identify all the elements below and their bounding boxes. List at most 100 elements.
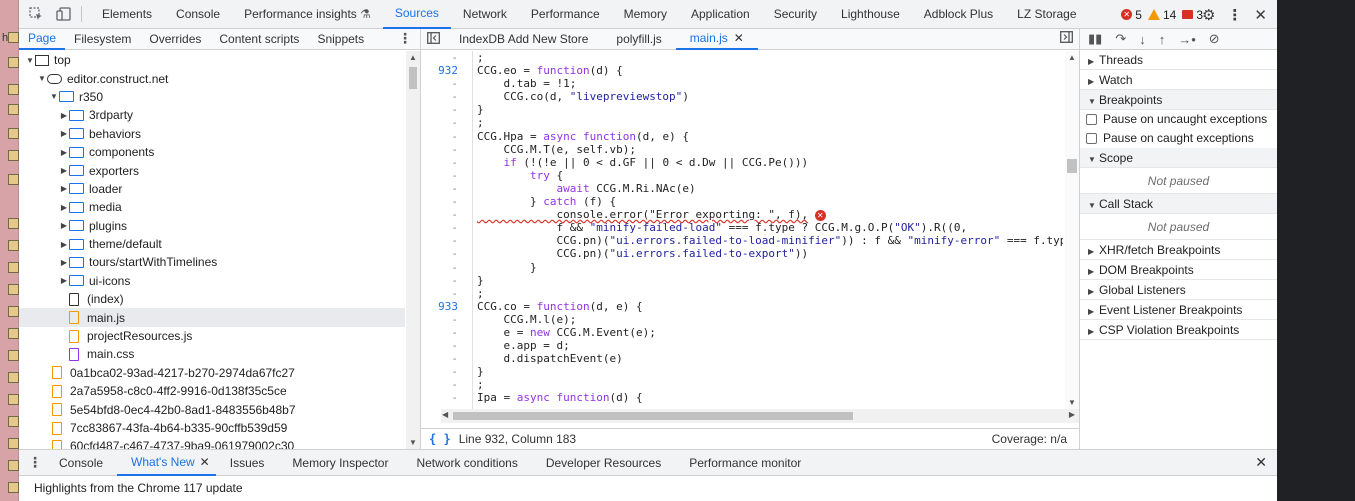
warning-counter[interactable]: 14 — [1147, 8, 1176, 22]
tree-file-row[interactable]: main.js — [19, 308, 405, 327]
drawer-tab-developer-resources[interactable]: Developer Resources — [532, 450, 675, 476]
code-line[interactable]: f && "minify-failed-load" === f.type ? C… — [477, 221, 1063, 234]
collapse-arrow-icon[interactable]: ▼ — [25, 56, 35, 65]
tab-content-scripts[interactable]: Content scripts — [210, 29, 308, 50]
tree-file-row[interactable]: 60cfd487-c467-4737-9ba9-061979002c30 — [19, 437, 405, 449]
line-number[interactable]: - — [421, 234, 472, 247]
section-csp-violation-breakpoints[interactable]: ▶ CSP Violation Breakpoints — [1080, 320, 1277, 340]
tree-file-row[interactable]: 2a7a5958-c8c0-4ff2-9916-0d138f35c5ce — [19, 382, 405, 400]
tree-folder-row[interactable]: ▶ behaviors — [19, 125, 405, 143]
tree-folder-row[interactable]: ▶ exporters — [19, 161, 405, 179]
code-line[interactable]: if (!(!e || 0 < d.GF || 0 < d.Dw || CCG.… — [477, 156, 1063, 169]
pause-uncaught-checkbox[interactable] — [1086, 114, 1097, 125]
tab-sources[interactable]: Sources — [382, 0, 451, 29]
expand-arrow-icon[interactable]: ▶ — [59, 240, 69, 249]
close-tab-icon[interactable]: ✕ — [734, 31, 744, 45]
drawer-tab-network-conditions[interactable]: Network conditions — [402, 450, 531, 476]
code-line[interactable]: d.tab = !1; — [477, 77, 1063, 90]
code-line[interactable]: try { — [477, 169, 1063, 182]
navigator-scrollbar[interactable]: ▲ ▼ — [406, 51, 420, 449]
scroll-down-icon[interactable]: ▼ — [409, 438, 417, 447]
tab-elements[interactable]: Elements — [90, 0, 164, 29]
pause-caught-row[interactable]: Pause on caught exceptions — [1080, 129, 1277, 148]
threads-section[interactable]: ▶ Threads — [1080, 50, 1277, 70]
tab-lighthouse[interactable]: Lighthouse — [829, 0, 912, 29]
error-icon[interactable]: ✕ — [814, 209, 826, 221]
editor-vertical-scrollbar[interactable]: ▲ ▼ — [1065, 51, 1079, 409]
tree-folder-row[interactable]: ▶ tours/startWithTimelines — [19, 253, 405, 271]
code-line[interactable]: CCG.M.T(e, self.vb); — [477, 143, 1063, 156]
code-line[interactable]: ; — [477, 116, 1063, 129]
expand-arrow-icon[interactable]: ▶ — [59, 166, 69, 175]
drawer-tab-memory-inspector[interactable]: Memory Inspector — [278, 450, 402, 476]
tab-snippets[interactable]: Snippets — [308, 29, 373, 50]
breakpoints-section[interactable]: ▼ Breakpoints — [1080, 90, 1277, 110]
code-line[interactable]: e.app = d; — [477, 339, 1063, 352]
editor-tab-polyfill-js[interactable]: polyfill.js — [602, 29, 675, 50]
tab-application[interactable]: Application — [679, 0, 762, 29]
toggle-navigator-icon[interactable] — [421, 31, 445, 47]
line-number[interactable]: - — [421, 339, 472, 352]
tab-overrides[interactable]: Overrides — [140, 29, 210, 50]
line-number[interactable]: - — [421, 365, 472, 378]
watch-section[interactable]: ▶ Watch — [1080, 70, 1277, 90]
tree-folder-row[interactable]: ▶ components — [19, 143, 405, 161]
code-line[interactable]: d.dispatchEvent(e) — [477, 352, 1063, 365]
tree-folder-row[interactable]: ▶ theme/default — [19, 235, 405, 253]
scrollbar-thumb[interactable] — [453, 412, 853, 420]
close-tab-icon[interactable]: ✕ — [200, 455, 210, 469]
source-code[interactable]: ; CCG.eo = function(d) { d.tab = !1; CCG.… — [477, 51, 1063, 409]
step-over-icon[interactable]: ↷ — [1115, 31, 1126, 47]
step-into-icon[interactable]: ↓ — [1139, 32, 1146, 47]
line-number-gutter[interactable]: -932- - - - - - - - - - - - - - - - -933- - - - - - - — [421, 51, 473, 409]
pretty-print-icon[interactable]: { } — [429, 432, 451, 446]
tab-network[interactable]: Network — [451, 0, 519, 29]
expand-arrow-icon[interactable]: ▶ — [59, 129, 69, 138]
tab-lz-storage[interactable]: LZ Storage — [1005, 0, 1088, 29]
step-icon[interactable]: →• — [1178, 32, 1196, 47]
section-global-listeners[interactable]: ▶ Global Listeners — [1080, 280, 1277, 300]
expand-arrow-icon[interactable]: ▶ — [59, 258, 69, 267]
tab-console[interactable]: Console — [164, 0, 232, 29]
issues-counter[interactable]: 3 — [1182, 8, 1203, 22]
drawer-tab-what-s-new[interactable]: What's New ✕ — [117, 450, 216, 476]
tree-folder-row[interactable]: ▶ 3rdparty — [19, 106, 405, 124]
code-line[interactable]: } — [477, 274, 1063, 287]
collapse-arrow-icon[interactable]: ▼ — [49, 92, 59, 101]
scroll-up-icon[interactable]: ▲ — [409, 53, 417, 62]
tree-folder-row[interactable]: ▼ r350 — [19, 88, 405, 106]
line-number[interactable]: - — [421, 287, 472, 300]
code-line[interactable]: Ipa = async function(d) { — [477, 391, 1063, 404]
line-number[interactable]: - — [421, 208, 472, 221]
code-line[interactable]: CCG.co(d, "livepreviewstop") — [477, 90, 1063, 103]
scroll-left-icon[interactable]: ◀ — [442, 410, 448, 419]
step-out-icon[interactable]: ↑ — [1159, 32, 1166, 47]
tree-file-row[interactable]: main.css — [19, 345, 405, 363]
line-number[interactable]: - — [421, 77, 472, 90]
tree-folder-row[interactable]: ▶ plugins — [19, 217, 405, 235]
more-vert-icon[interactable]: ⋮ — [398, 30, 412, 47]
code-line[interactable]: CCG.eo = function(d) { — [477, 64, 1063, 77]
line-number[interactable]: - — [421, 274, 472, 287]
toggle-debugger-icon[interactable] — [1055, 29, 1077, 50]
code-line[interactable]: } — [477, 365, 1063, 378]
code-area[interactable]: -932- - - - - - - - - - - - - - - - -933- - - - - - - ; CCG.eo … — [421, 51, 1079, 409]
line-number[interactable]: - — [421, 51, 472, 64]
scope-section[interactable]: ▼ Scope — [1080, 148, 1277, 168]
tree-folder-row[interactable]: ▼ editor.construct.net — [19, 69, 405, 87]
code-line[interactable]: CCG.M.l(e); — [477, 313, 1063, 326]
expand-arrow-icon[interactable]: ▶ — [59, 221, 69, 230]
line-number[interactable]: - — [421, 195, 472, 208]
tree-file-row[interactable]: projectResources.js — [19, 327, 405, 345]
tab-performance[interactable]: Performance — [519, 0, 612, 29]
line-number[interactable]: - — [421, 261, 472, 274]
code-line[interactable]: ; — [477, 287, 1063, 300]
line-number[interactable]: - — [421, 103, 472, 116]
code-line[interactable]: ; — [477, 51, 1063, 64]
pause-uncaught-row[interactable]: Pause on uncaught exceptions — [1080, 110, 1277, 129]
expand-arrow-icon[interactable]: ▶ — [59, 203, 69, 212]
more-vert-icon[interactable]: ⋮ — [25, 454, 45, 471]
pause-caught-checkbox[interactable] — [1086, 133, 1097, 144]
line-number[interactable]: - — [421, 313, 472, 326]
tab-performance-insights[interactable]: Performance insights ⚗ — [232, 0, 383, 29]
